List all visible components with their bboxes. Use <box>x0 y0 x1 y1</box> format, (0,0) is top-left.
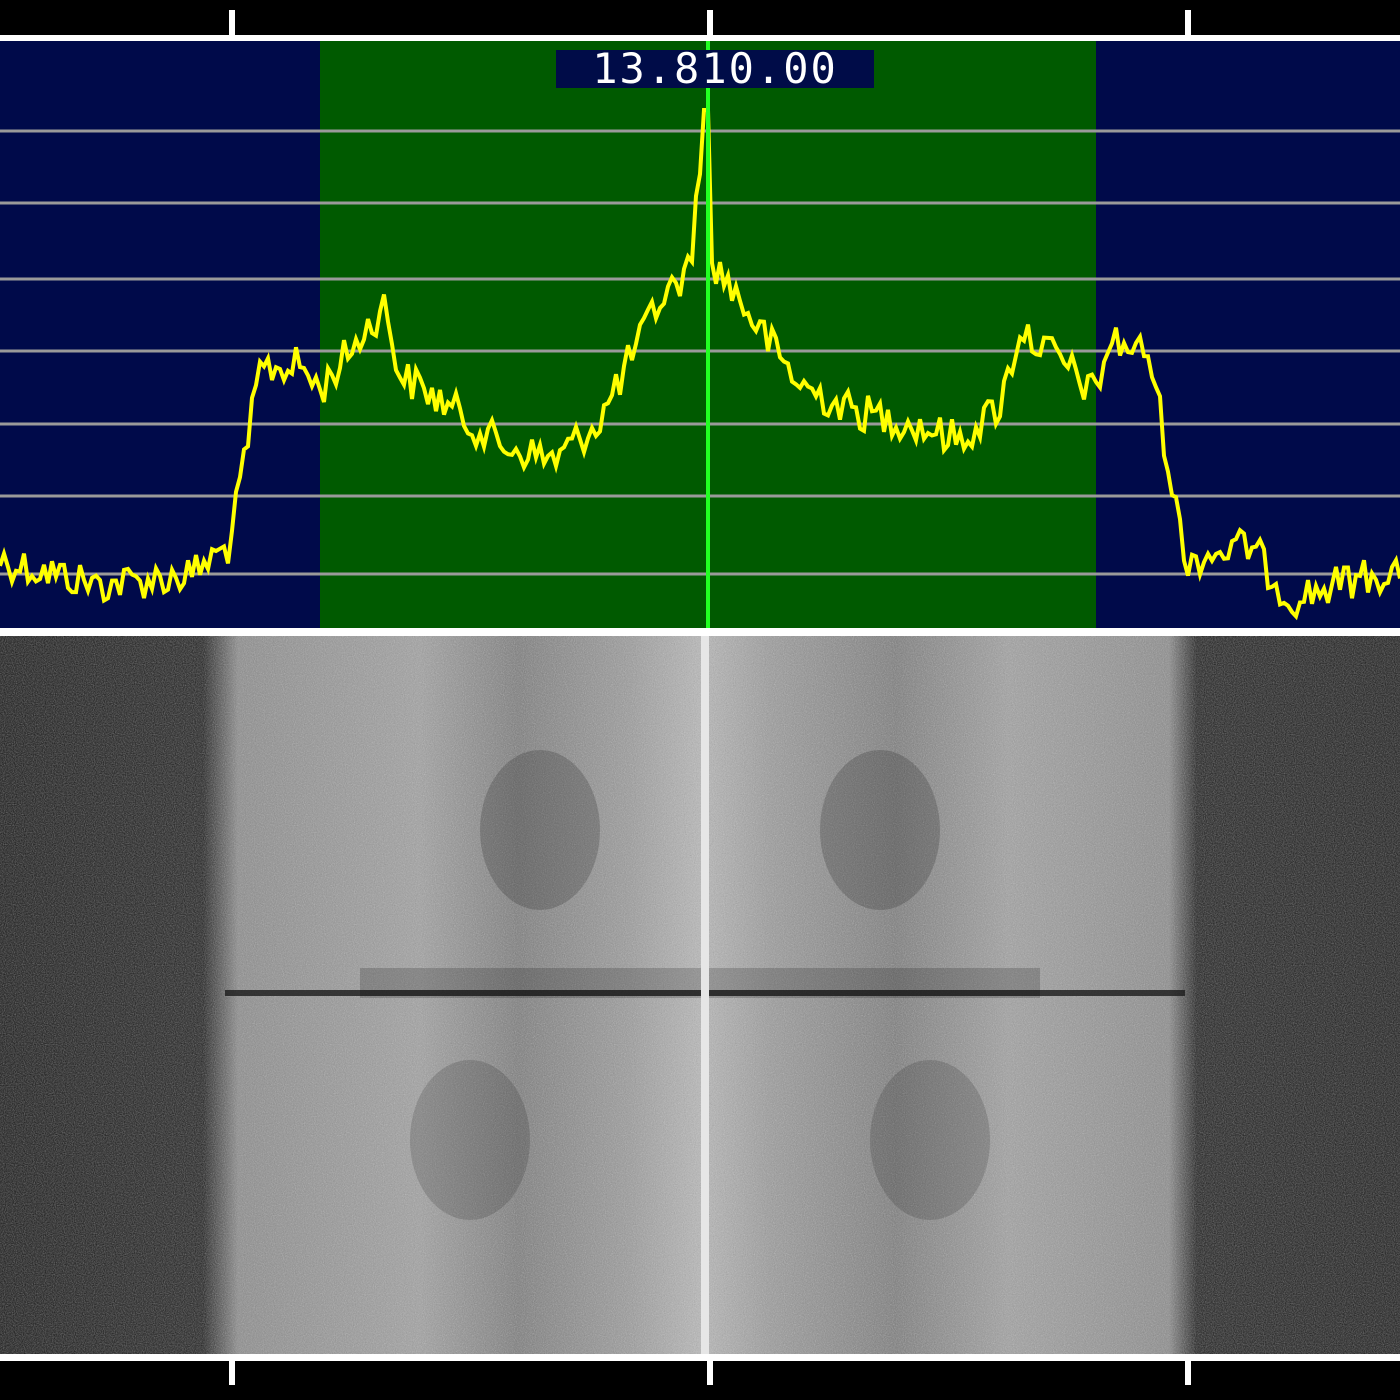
waterfall-panel[interactable] <box>0 636 1400 1354</box>
waterfall-dark-patch <box>480 750 600 910</box>
waterfall-dark-patch <box>820 750 940 910</box>
spectrum-waterfall-divider <box>0 628 1400 636</box>
waterfall-dark-patch <box>410 1060 530 1220</box>
bottom-ruler-tick-right <box>1185 1361 1191 1385</box>
top-ruler-line <box>0 35 1400 41</box>
frequency-readout[interactable]: 13.810.00 <box>556 48 874 90</box>
top-ruler-tick-left <box>229 10 235 35</box>
waterfall-carrier-line <box>701 636 709 1354</box>
bottom-frequency-ruler[interactable] <box>0 1354 1400 1385</box>
tuning-line[interactable] <box>706 41 710 628</box>
spectrum-panel[interactable] <box>0 41 1400 628</box>
sdr-display: 13.810.00 <box>0 0 1400 1400</box>
bottom-ruler-line <box>0 1354 1400 1361</box>
bottom-ruler-tick-left <box>229 1361 235 1385</box>
bottom-ruler-tick-center <box>707 1361 713 1385</box>
top-ruler-tick-right <box>1185 10 1191 35</box>
top-ruler-tick-center <box>707 10 713 35</box>
display-canvas <box>0 10 1400 1385</box>
waterfall-fade-shadow <box>360 968 1040 998</box>
top-frequency-ruler[interactable] <box>0 10 1400 41</box>
waterfall-dark-patch <box>870 1060 990 1220</box>
